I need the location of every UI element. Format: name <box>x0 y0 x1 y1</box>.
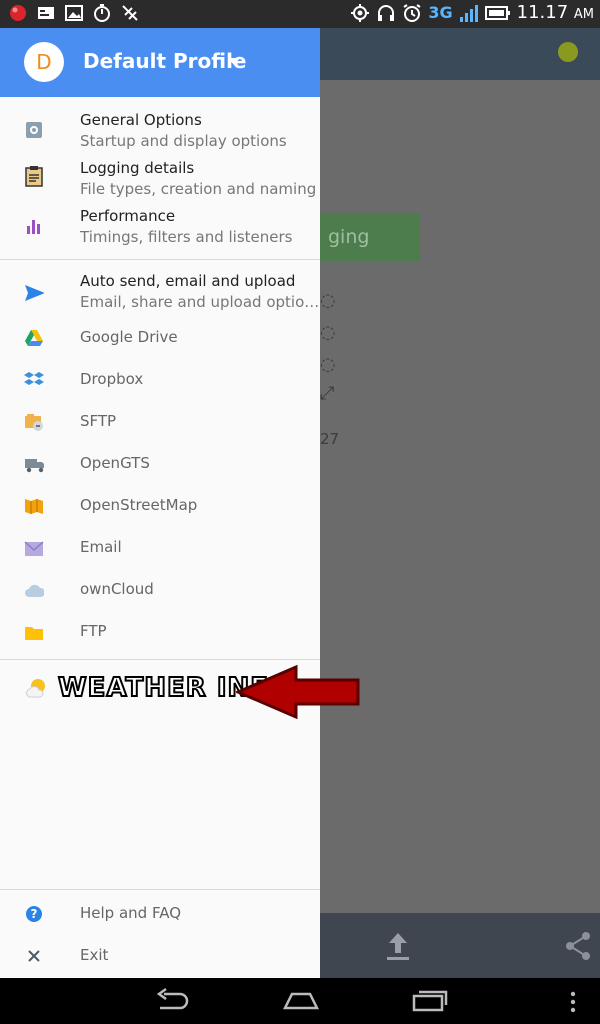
location-icon <box>350 3 370 23</box>
background-icon: ◌ <box>320 354 336 375</box>
divider <box>0 659 320 660</box>
background-app: ging ◌ ◌ ◌ ⤢ 27 <box>320 28 600 978</box>
menu-item-title: General Options <box>80 111 202 129</box>
menu-item-subtitle: Startup and display options <box>80 132 287 150</box>
background-toolbar <box>320 28 600 80</box>
stopwatch-icon <box>92 3 112 23</box>
svg-text:?: ? <box>31 907 38 921</box>
menu-item-owncloud[interactable]: ownCloud <box>0 570 320 612</box>
send-icon <box>24 283 44 303</box>
menu-item-label: FTP <box>80 622 107 640</box>
navigation-drawer: D Default Profile General Options Startu… <box>0 28 360 978</box>
weather-icon <box>24 676 48 700</box>
truck-icon <box>24 455 44 475</box>
gps-off-icon <box>120 3 140 23</box>
menu-item-subtitle: File types, creation and naming <box>80 180 317 198</box>
menu-item-title: Logging details <box>80 159 195 177</box>
background-bottom-bar <box>320 913 600 978</box>
alarm-icon <box>402 3 422 23</box>
background-icon: ⤢ <box>320 383 335 404</box>
menu-item-sftp[interactable]: SFTP <box>0 402 320 444</box>
cloud-icon <box>24 581 44 601</box>
dropdown-caret-icon[interactable] <box>228 58 240 65</box>
profile-name: Default Profile <box>83 49 247 73</box>
status-bar: 3G 11.17 AM <box>0 0 600 28</box>
menu-item-openstreetmap[interactable]: OpenStreetMap <box>0 486 320 528</box>
menu-item-label: Help and FAQ <box>80 904 182 922</box>
map-icon <box>24 496 44 516</box>
gear-icon <box>24 120 44 140</box>
battery-icon <box>484 3 511 23</box>
red-arrow-annotation <box>236 664 360 720</box>
menu-item-opengts[interactable]: OpenGTS <box>0 444 320 486</box>
clipboard-icon <box>24 166 44 187</box>
menu-item-performance[interactable]: Performance Timings, filters and listene… <box>0 200 320 248</box>
background-icon: ◌ <box>320 322 336 343</box>
signal-icon <box>459 3 479 23</box>
dropbox-icon <box>24 370 44 390</box>
recent-apps-button[interactable] <box>410 988 448 1018</box>
menu-item-label: Dropbox <box>80 370 144 388</box>
profile-header[interactable]: D Default Profile <box>0 28 320 97</box>
home-button[interactable] <box>282 988 320 1018</box>
menu-item-exit[interactable]: Exit <box>0 936 320 978</box>
background-icon: ◌ <box>320 290 336 311</box>
menu-item-dropbox[interactable]: Dropbox <box>0 360 320 402</box>
menu-item-label: SFTP <box>80 412 117 430</box>
menu-item-google-drive[interactable]: Google Drive <box>0 318 320 360</box>
divider <box>0 889 320 890</box>
system-navigation-bar <box>0 978 600 1024</box>
overflow-menu-icon[interactable] <box>568 990 578 1018</box>
share-icon[interactable] <box>564 931 592 968</box>
menu-item-ftp[interactable]: FTP <box>0 612 320 654</box>
bar-chart-icon <box>24 216 44 236</box>
envelope-icon <box>24 539 44 559</box>
upload-icon[interactable] <box>384 931 412 968</box>
menu-item-subtitle: Email, share and upload optio… <box>80 293 320 311</box>
menu-item-auto-send[interactable]: Auto send, email and upload Email, share… <box>0 269 320 317</box>
background-value: 27 <box>320 430 340 448</box>
menu-item-label: Email <box>80 538 122 556</box>
menu-item-logging-details[interactable]: Logging details File types, creation and… <box>0 152 320 200</box>
clock: 11.17 AM <box>516 2 594 23</box>
headset-icon <box>376 3 396 23</box>
id-card-icon <box>36 3 56 23</box>
image-icon <box>64 3 84 23</box>
sftp-icon <box>24 412 44 432</box>
menu-item-label: Exit <box>80 946 109 964</box>
help-icon: ? <box>24 904 44 924</box>
back-button[interactable] <box>154 987 190 1018</box>
close-icon <box>24 946 44 966</box>
menu-item-label: OpenStreetMap <box>80 496 198 514</box>
menu-item-subtitle: Timings, filters and listeners <box>80 228 293 246</box>
menu-item-label: Google Drive <box>80 328 178 346</box>
menu-item-label: OpenGTS <box>80 454 150 472</box>
menu-item-label: ownCloud <box>80 580 154 598</box>
google-drive-icon <box>24 328 44 348</box>
menu-item-general-options[interactable]: General Options Startup and display opti… <box>0 104 320 152</box>
avatar: D <box>24 42 64 82</box>
menu-item-title: Auto send, email and upload <box>80 272 296 290</box>
status-dot <box>558 42 578 62</box>
app-notification-icon <box>8 3 28 23</box>
folder-icon <box>24 623 44 643</box>
network-type-label: 3G <box>428 3 453 22</box>
divider <box>0 259 320 260</box>
menu-item-email[interactable]: Email <box>0 528 320 570</box>
menu-item-help[interactable]: ? Help and FAQ <box>0 894 320 936</box>
menu-item-title: Performance <box>80 207 176 225</box>
start-logging-button[interactable]: ging <box>320 213 420 261</box>
